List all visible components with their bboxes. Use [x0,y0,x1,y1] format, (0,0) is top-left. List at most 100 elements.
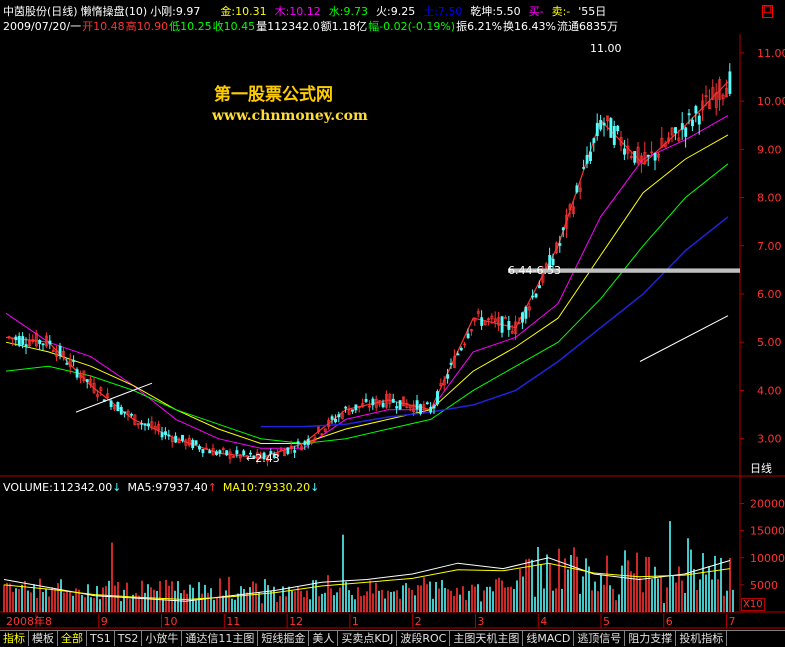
candle-body [123,411,127,414]
tab-11[interactable]: 主图天机主图 [450,631,524,646]
candle-body [466,333,470,339]
candle-body [415,400,419,410]
candle-body [687,113,691,116]
candle-body [215,451,218,455]
tab-7[interactable]: 短线掘金 [258,631,310,646]
candle-body [364,398,368,402]
indicator-value: 卖:- [551,5,571,18]
price-tick-label: 4.00 [757,384,782,397]
candle-body [303,441,307,445]
ma10-arrow-icon: ↓ [310,481,320,494]
candle-body [609,118,613,138]
ma10-value: MA10:79330.20 [222,481,311,494]
volume-arrow-icon: ↓ [112,481,122,494]
candle-body [531,295,535,298]
candle-body [306,438,310,445]
tab-13[interactable]: 逃顶信号 [574,631,626,646]
candle-body [48,340,52,345]
candle-body [592,138,596,143]
quote-amplitude: 振6.21% [456,20,503,33]
candle-body [65,363,69,365]
candle-body [109,400,113,407]
price-tick-label: 3.00 [757,433,782,446]
candle-body [181,434,184,441]
price-tick-label: 10.00 [757,95,785,108]
candle-body [218,450,222,454]
quote-line: 2009/07/20/一开10.48高10.90低10.25收10.45量112… [3,20,621,34]
time-tick-label: 7 [729,615,736,628]
candle-body [561,227,565,231]
low-price-label: ←2.43 [246,452,280,465]
tab-8[interactable]: 美人 [309,631,339,646]
candle-body [429,406,433,413]
watermark-title: 第一股票公式网 [214,85,333,105]
candle-body [58,345,62,356]
corner-box-icon[interactable]: 口 [761,5,773,18]
tab-15[interactable]: 投机指标 [676,631,728,646]
candle-body [680,123,684,130]
volume-header: VOLUME:112342.00↓ MA5:97937.40↑ MA10:79330… [3,481,322,495]
chart-canvas: 3.00 4.00 5.00 6.00 7.00 8.00 9.00 10.00 11.00 50… [0,34,785,629]
candle-body [381,402,385,408]
candle-body [674,127,677,134]
ma5-value: MA5:97937.40 [127,481,208,494]
quote-high: 高10.90 [125,20,169,33]
candle-body [524,306,528,319]
candle-body [694,106,698,114]
tab-0[interactable]: 指标 [0,631,29,646]
indicator-name: 懒惰操盘(10) [80,5,148,18]
candle-body [575,185,579,193]
candle-body [633,151,637,163]
candle-body [398,400,402,410]
candle-body [17,335,21,346]
tab-14[interactable]: 阻力支撑 [625,631,677,646]
candle-body [191,439,195,449]
time-tick-label: 2 [415,615,422,628]
tab-1[interactable]: 模板 [29,631,58,646]
candle-body [419,404,422,414]
candle-body [208,450,212,454]
candle-body [201,449,205,454]
tab-5[interactable]: 小放牛 [142,631,183,646]
candle-body [728,71,732,94]
period-label: 日线 [750,462,772,475]
volume-tick-label: 10000 [750,552,785,565]
candle-body [697,115,701,125]
indicator-value: 金:10.31 [220,5,267,18]
tab-9[interactable]: 买卖点KDJ [338,631,398,646]
candle-body [500,316,504,333]
indicator-value: 木:10.12 [274,5,321,18]
price-plot [5,63,740,467]
indicator-value: '55日 [578,5,607,18]
tab-3[interactable]: TS1 [87,631,115,646]
candle-body [198,446,201,450]
tab-6[interactable]: 通达信11主图 [182,631,259,646]
candle-body [612,125,616,145]
tab-4[interactable]: TS2 [115,631,143,646]
volume-value: VOLUME:112342.00 [3,481,113,494]
candle-body [85,379,89,382]
time-tick-label: 9 [101,615,108,628]
candle-body [646,154,650,157]
candle-body [334,418,337,423]
candle-body [38,340,42,345]
candle-body [160,432,164,438]
candle-body [425,402,429,405]
tab-2[interactable]: 全部 [58,631,87,646]
ma5-arrow-icon: ↑ [207,481,217,494]
candle-body [194,440,198,445]
candle-body [480,317,484,326]
candle-body [449,362,453,365]
candle-body [684,127,688,137]
chart-frame [0,34,785,629]
candle-body [585,155,589,164]
candle-body [432,405,436,409]
price-tick-label: 11.00 [757,47,785,60]
candle-body [174,435,178,443]
candle-body [446,374,450,379]
candle-body [602,122,606,126]
tab-12[interactable]: 线MACD [523,631,575,646]
chart-header: 中茵股份(日线) 懒惰操盘(10) 小刚:9.97 金:10.31 木:10.12 水:9… [3,5,617,19]
tab-10[interactable]: 波段ROC [397,631,451,646]
indicator-value: 火:9.25 [376,5,416,18]
